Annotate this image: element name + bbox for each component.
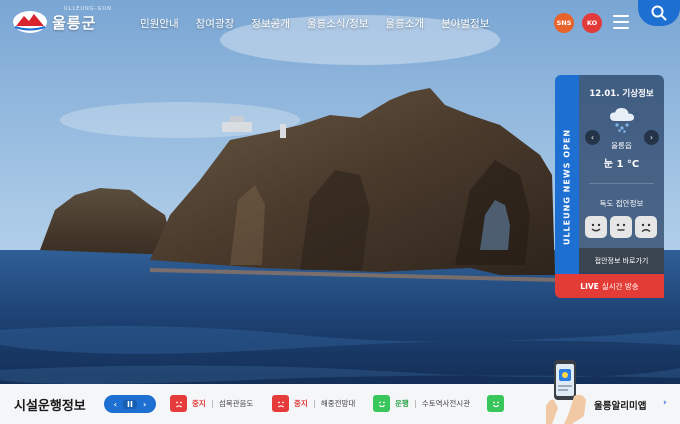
live-label: 실시간 방송 (601, 281, 639, 291)
live-broadcast-button[interactable]: LIVE 실시간 방송 (555, 274, 664, 298)
smile-face-icon (373, 395, 390, 412)
neutral-face-icon (610, 216, 632, 238)
sad-face-icon (635, 216, 657, 238)
facility-name: 수토역사전시관 (421, 399, 471, 408)
phone-in-hand-icon[interactable] (544, 356, 588, 424)
smile-face-icon (585, 216, 607, 238)
live-prefix: LIVE (580, 281, 599, 291)
facility-state: 중지 (192, 399, 206, 408)
nav-item-about[interactable]: 울릉소개 (385, 16, 424, 31)
docking-status-faces (585, 216, 657, 238)
facility-item[interactable]: 중지 해중전망대 (272, 395, 355, 412)
language-button[interactable]: KO (582, 13, 602, 33)
ulleung-logo-icon (13, 11, 47, 33)
chevron-right-icon[interactable]: › (663, 398, 667, 408)
main-navigation: 민원안내 참여광장 정보공개 울릉소식/정보 울릉소개 분야별정보 (140, 16, 489, 31)
news-open-tab[interactable]: ULLEUNG NEWS OPEN (555, 75, 579, 298)
dokdo-docking-label: 독도 접안정보 (599, 199, 644, 208)
facility-status-title: 시설운행정보 (14, 399, 86, 414)
docking-info-link[interactable]: 접안정보 바로가기 (579, 248, 664, 273)
weather-location: 울릉읍 (611, 141, 632, 150)
weather-divider (589, 183, 654, 184)
facility-item[interactable]: 운행 수토역사전시관 (373, 395, 470, 412)
sad-face-icon (170, 395, 187, 412)
site-header: 울릉군 ULLEUNG-GUN 민원안내 참여광장 정보공개 울릉소식/정보 울… (0, 0, 680, 48)
news-open-label: ULLEUNG NEWS OPEN (562, 128, 572, 245)
facility-name: 해중전망대 (320, 399, 356, 408)
sns-button[interactable]: SNS (554, 13, 574, 33)
facility-item[interactable]: 중지 섬목관음도 (170, 395, 253, 412)
nav-item-fields[interactable]: 분야별정보 (441, 16, 489, 31)
nav-item-news[interactable]: 울릉소식/정보 (307, 16, 369, 31)
logo-subtitle: ULLEUNG-GUN (64, 6, 112, 12)
facility-state: 운행 (395, 399, 409, 408)
snow-cloud-icon (610, 107, 634, 133)
nav-item-disclosure[interactable]: 정보공개 (251, 16, 290, 31)
facility-name: 섬목관음도 (218, 399, 254, 408)
slider-controls: ‹ II › (104, 395, 156, 413)
nav-item-participation[interactable]: 참여광장 (196, 16, 235, 31)
alert-app-link[interactable]: 울릉알리미앱 (594, 398, 646, 412)
separator (211, 399, 213, 408)
weather-temperature: 눈 1 °C (579, 155, 664, 170)
site-logo[interactable]: 울릉군 ULLEUNG-GUN (12, 6, 111, 34)
weather-panel: 12.01. 기상정보 ‹ › 울릉읍 눈 1 °C 독도 접안정보 접안정보 … (579, 75, 664, 298)
search-icon (651, 5, 667, 21)
search-button[interactable] (638, 0, 680, 26)
logo-title: 울릉군 (52, 13, 97, 32)
next-button[interactable]: › (138, 400, 152, 409)
weather-degrees: 1 °C (616, 159, 640, 170)
hamburger-menu-icon[interactable] (613, 15, 629, 29)
sad-face-icon (272, 395, 289, 412)
pause-button[interactable]: II (122, 399, 137, 409)
prev-button[interactable]: ‹ (108, 400, 122, 409)
weather-date: 12.01. 기상정보 (589, 89, 654, 99)
smile-face-icon (487, 395, 504, 412)
facility-state: 중지 (294, 399, 308, 408)
weather-condition: 눈 (603, 159, 613, 170)
facility-item[interactable] (487, 395, 504, 412)
separator (313, 399, 315, 408)
separator (414, 399, 416, 408)
nav-item-civil[interactable]: 민원안내 (140, 16, 179, 31)
